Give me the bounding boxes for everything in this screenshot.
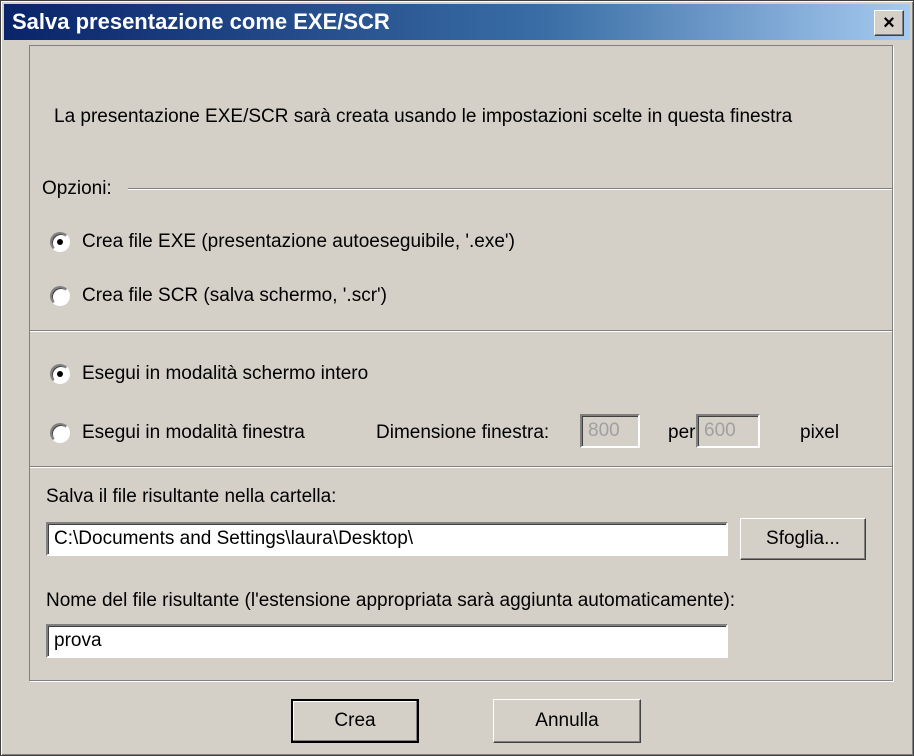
save-dialog: Salva presentazione come EXE/SCR × La pr… xyxy=(0,0,914,756)
filename-input[interactable]: prova xyxy=(46,624,728,658)
output-divider xyxy=(30,466,892,468)
window-size-label: Dimensione finestra: xyxy=(376,422,550,443)
radio-fullscreen-label[interactable]: Esegui in modalità schermo intero xyxy=(82,363,368,385)
close-button[interactable]: × xyxy=(874,10,904,36)
radio-windowed[interactable] xyxy=(50,423,70,443)
folder-label: Salva il file risultante nella cartella: xyxy=(46,486,337,507)
title-bar[interactable]: Salva presentazione come EXE/SCR × xyxy=(4,4,910,40)
window-size-by-label: per xyxy=(668,422,696,443)
window-width-field[interactable]: 800 xyxy=(580,414,640,448)
dialog-title: Salva presentazione come EXE/SCR xyxy=(12,9,390,34)
cancel-button-label: Annulla xyxy=(535,710,599,731)
settings-panel: La presentazione EXE/SCR sarà creata usa… xyxy=(29,45,893,681)
radio-selected-dot xyxy=(57,371,63,377)
radio-scr-label[interactable]: Crea file SCR (salva schermo, '.scr') xyxy=(82,285,387,307)
options-divider xyxy=(128,188,892,190)
create-button[interactable]: Crea xyxy=(291,699,419,743)
window-height-field[interactable]: 600 xyxy=(696,414,760,448)
filename-label: Nome del file risultante (l'estensione a… xyxy=(46,590,736,611)
window-size-unit: pixel xyxy=(800,422,840,443)
create-button-label: Crea xyxy=(334,710,376,731)
radio-fullscreen[interactable] xyxy=(50,364,70,384)
options-group-label: Opzioni: xyxy=(42,178,112,199)
radio-selected-dot xyxy=(57,239,63,245)
radio-scr[interactable] xyxy=(50,286,70,306)
radio-exe[interactable] xyxy=(50,232,70,252)
cancel-button[interactable]: Annulla xyxy=(493,699,641,743)
folder-path-input[interactable]: C:\Documents and Settings\laura\Desktop\ xyxy=(46,522,728,556)
browse-button-label: Sfoglia... xyxy=(766,528,840,549)
browse-button[interactable]: Sfoglia... xyxy=(740,518,866,560)
close-icon: × xyxy=(883,12,895,34)
intro-text: La presentazione EXE/SCR sarà creata usa… xyxy=(54,106,793,127)
mode-divider xyxy=(30,330,892,332)
radio-windowed-label[interactable]: Esegui in modalità finestra xyxy=(82,422,305,444)
radio-exe-label[interactable]: Crea file EXE (presentazione autoeseguib… xyxy=(82,231,515,253)
